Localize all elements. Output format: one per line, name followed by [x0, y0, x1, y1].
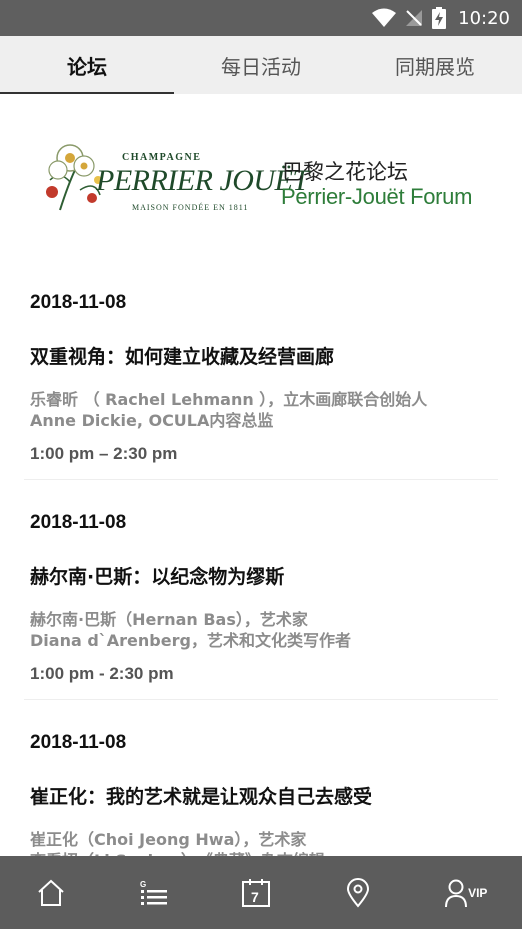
event-date: 2018-11-08	[30, 512, 127, 533]
forum-title-cn: 巴黎之花论坛	[282, 160, 408, 184]
clock: 10:20	[458, 7, 510, 29]
event-title: 崔正化：我的艺术就是让观众自己去感受	[30, 786, 373, 808]
perrier-jouet-logo: CHAMPAGNE PERRIER JOUËT MAISON FONDÉE EN…	[40, 140, 309, 220]
no-signal-icon	[404, 8, 424, 28]
list-icon: G	[140, 880, 167, 905]
wifi-icon	[372, 8, 397, 28]
brand-name-text: PERRIER JOUËT	[96, 164, 309, 197]
forum-banner: CHAMPAGNE PERRIER JOUËT MAISON FONDÉE EN…	[0, 118, 522, 238]
event-time: 1:00 pm - 2:30 pm	[30, 664, 174, 683]
event-title: 双重视角：如何建立收藏及经营画廊	[30, 346, 335, 368]
tab-daily-events[interactable]: 每日活动	[174, 36, 348, 94]
calendar-icon: 7	[241, 878, 270, 907]
forum-title-en: Perrier-Jouët Forum	[281, 184, 473, 209]
event-item[interactable]: 2018-11-08 双重视角：如何建立收藏及经营画廊 乐睿昕 （ Rachel…	[24, 260, 498, 480]
calendar-day: 7	[251, 889, 259, 905]
event-speaker: Anne Dickie, OCULA内容总监	[30, 411, 274, 430]
user-icon	[445, 879, 468, 907]
event-date: 2018-11-08	[30, 292, 127, 313]
nav-home-button[interactable]	[21, 863, 81, 923]
vip-label: VIP	[468, 885, 488, 900]
tab-forum[interactable]: 论坛	[0, 36, 174, 94]
tab-concurrent-exhibitions[interactable]: 同期展览	[348, 36, 522, 94]
bottom-navigation: G 7 VIP	[0, 856, 522, 929]
nav-vip-button[interactable]: VIP	[431, 863, 501, 923]
event-list: 2018-11-08 双重视角：如何建立收藏及经营画廊 乐睿昕 （ Rachel…	[0, 260, 522, 920]
nav-calendar-button[interactable]: 7	[226, 863, 286, 923]
event-date: 2018-11-08	[30, 732, 127, 753]
brand-champagne-text: CHAMPAGNE	[122, 152, 202, 163]
svg-text:G: G	[140, 880, 146, 889]
home-icon	[38, 879, 64, 906]
battery-charging-icon	[432, 7, 447, 29]
event-time: 1:00 pm – 2:30 pm	[30, 444, 178, 463]
event-title: 赫尔南·巴斯：以纪念物为缪斯	[30, 566, 285, 588]
tab-bar: 论坛 每日活动 同期展览	[0, 36, 522, 94]
nav-schedule-list-button[interactable]: G	[124, 863, 184, 923]
status-bar: 10:20	[0, 0, 522, 36]
event-item[interactable]: 2018-11-08 赫尔南·巴斯：以纪念物为缪斯 赫尔南·巴斯（Hernan …	[24, 480, 498, 700]
event-speaker: Diana d`Arenberg，艺术和文化类写作者	[30, 631, 351, 650]
location-pin-icon	[347, 877, 370, 908]
nav-map-button[interactable]	[328, 863, 388, 923]
brand-maison-text: MAISON FONDÉE EN 1811	[132, 203, 249, 212]
